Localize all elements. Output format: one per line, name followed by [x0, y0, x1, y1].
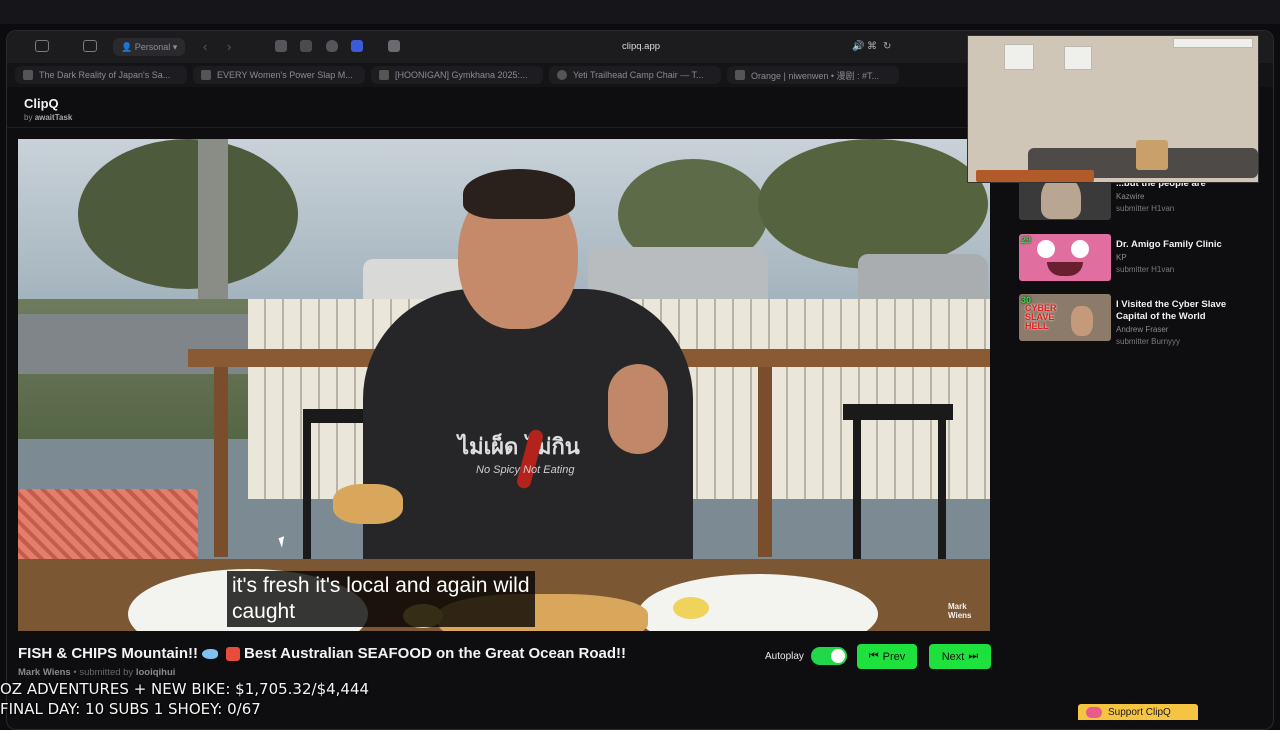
queue-item-submitter: submitter H1van — [1116, 265, 1175, 274]
queue-rank: 30 — [1021, 295, 1032, 305]
favicon-icon — [735, 70, 745, 80]
favicon-icon — [379, 70, 389, 80]
caption-line: it's fresh it's local and again wild — [232, 574, 530, 597]
scene-stool — [853, 419, 861, 569]
thumb-eye — [1037, 240, 1055, 258]
browser-tab[interactable]: Yeti Trailhead Camp Chair — T... — [549, 66, 721, 84]
scene-stool — [938, 419, 946, 569]
watermark-line: Mark — [948, 602, 967, 611]
queue-item-title: I Visited the Cyber Slave Capital of the… — [1116, 299, 1227, 322]
prev-button[interactable]: ⏮ Prev — [857, 644, 917, 669]
scene-hand — [608, 364, 668, 454]
scene-stool — [303, 423, 311, 573]
webcam-shelf — [1064, 46, 1092, 70]
video-submitter[interactable]: looiqihui — [136, 667, 176, 678]
scene-car — [858, 254, 988, 302]
next-label: Next — [941, 650, 965, 663]
thumb-headline: CYBER SLAVE HELL — [1025, 303, 1057, 331]
video-title-part: FISH & CHIPS Mountain!! — [18, 645, 198, 662]
toggle-knob — [831, 649, 845, 663]
skip-previous-icon: ⏮ — [868, 650, 879, 662]
queue-item[interactable]: 29 Dr. Amigo Family Clinic KP submitter … — [1019, 234, 1259, 282]
queue-thumbnail: 29 — [1019, 234, 1111, 281]
video-title: FISH & CHIPS Mountain!! Best Australian S… — [18, 645, 626, 662]
next-button[interactable]: Next ⏭ — [929, 644, 991, 669]
favicon-icon — [23, 70, 33, 80]
watermark-line: Wiens — [948, 611, 972, 620]
webcam-bag — [1136, 140, 1168, 170]
caption-line: caught — [232, 600, 296, 623]
hoodie-print: ไม่เผ็ด ไม่กิน — [458, 435, 580, 460]
app-brand[interactable]: ClipQ by awaitTask — [24, 96, 72, 122]
hoodie-print-sub: No Spicy Not Eating — [476, 464, 575, 476]
prev-label: Prev — [882, 650, 906, 663]
app-byline: by awaitTask — [24, 113, 73, 122]
video-title-part: Best Australian SEAFOOD on the Great Oce… — [244, 645, 627, 662]
food-box-icon — [226, 647, 240, 662]
fish-icon — [202, 649, 218, 660]
browser-tab[interactable]: [HOONIGAN] Gymkhana 2025:... — [371, 66, 543, 84]
queue-item-text: ...but the people are Kazwire submitter … — [1116, 178, 1256, 215]
queue-thumbnail: CYBER SLAVE HELL 30 — [1019, 294, 1111, 341]
scene-tree — [758, 139, 988, 269]
favicon-icon — [557, 70, 567, 80]
queue-item-channel: Andrew Fraser — [1116, 325, 1169, 334]
submitted-prefix: • submitted by — [73, 667, 134, 678]
video-channel[interactable]: Mark Wiens — [18, 667, 71, 678]
queue-item-submitter: submitter H1van — [1116, 204, 1175, 213]
webcam-overlay — [967, 35, 1259, 183]
header-divider — [7, 127, 987, 128]
queue-rank: 29 — [1021, 235, 1032, 245]
webcam-tray — [976, 170, 1094, 182]
webcam-shelf — [1004, 44, 1034, 70]
scene-stool — [843, 404, 953, 420]
scene-person-hair — [463, 169, 575, 219]
video-meta: Mark Wiens • submitted by looiqihui — [18, 667, 175, 678]
thumb-mouth — [1047, 262, 1083, 276]
queue-item-title: Dr. Amigo Family Clinic — [1116, 239, 1222, 250]
queue-item[interactable]: CYBER SLAVE HELL 30 I Visited the Cyber … — [1019, 294, 1259, 346]
support-button[interactable]: Support ClipQ — [1078, 704, 1198, 720]
webcam-shelf — [1173, 38, 1253, 48]
scene-lemon — [673, 597, 709, 619]
heart-icon — [1086, 706, 1102, 718]
reload-icon[interactable]: ↻ — [883, 41, 891, 52]
skip-next-icon: ⏭ — [968, 650, 979, 662]
support-label: Support ClipQ — [1108, 706, 1171, 718]
scene-post — [214, 367, 228, 557]
queue-item-channel: KP — [1116, 253, 1127, 262]
video-player[interactable]: ไม่เผ็ด ไม่กิน No Spicy Not Eating it's … — [18, 139, 990, 631]
scene-post — [758, 367, 772, 557]
scene-tree — [78, 139, 298, 289]
stream-goal-text: OZ ADVENTURES + NEW BIKE: $1,705.32/$4,4… — [0, 680, 370, 698]
thumb-eye — [1071, 240, 1089, 258]
scene-food — [333, 484, 403, 524]
video-caption: it's fresh it's local and again wild cau… — [227, 571, 535, 627]
translate-icon[interactable]: ⌘ — [867, 41, 877, 52]
thumb-figure — [1071, 306, 1093, 336]
autoplay-label: Autoplay — [765, 651, 804, 662]
autoplay-toggle[interactable] — [811, 647, 847, 665]
browser-tab[interactable]: EVERY Women's Power Slap M... — [193, 66, 365, 84]
channel-watermark: Mark Wiens — [948, 602, 972, 620]
macos-menubar — [0, 0, 1280, 24]
queue-item-text: Dr. Amigo Family Clinic KP submitter H1v… — [1116, 239, 1256, 276]
browser-tab[interactable]: Orange | niwenwen • 漫剧 : #T... — [727, 66, 899, 84]
queue-item-text: I Visited the Cyber Slave Capital of the… — [1116, 299, 1256, 348]
favicon-icon — [201, 70, 211, 80]
speaker-icon[interactable]: 🔊 — [852, 41, 864, 52]
stream-challenge-text: FINAL DAY: 10 SUBS 1 SHOEY: 0/67 — [0, 700, 261, 718]
queue-item-channel: Kazwire — [1116, 192, 1145, 201]
queue-item-submitter: submitter Burnyyy — [1116, 337, 1181, 346]
app-title: ClipQ — [24, 96, 59, 111]
apple-menu-icon[interactable] — [13, 5, 25, 19]
browser-tab[interactable]: The Dark Reality of Japan's Sa... — [15, 66, 187, 84]
